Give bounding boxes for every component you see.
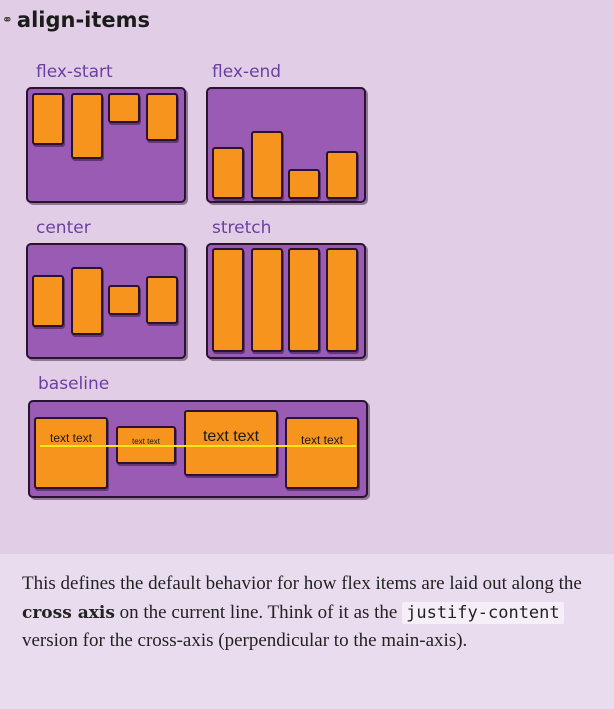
flex-item (326, 248, 358, 352)
flex-item (32, 275, 64, 327)
item-text: text text (49, 431, 93, 445)
description-panel: This defines the default behavior for ho… (0, 554, 614, 709)
flex-item (146, 276, 178, 324)
flex-item (146, 93, 178, 141)
label-center: center (36, 218, 91, 238)
flex-item (32, 93, 64, 145)
flex-item (71, 267, 103, 335)
baseline-line (40, 445, 356, 447)
flex-item: text text (34, 417, 108, 489)
bold-term: cross axis (22, 602, 115, 623)
label-baseline: baseline (38, 374, 110, 394)
link-icon[interactable]: ⚭ (2, 13, 13, 28)
section-heading: ⚭ align-items (2, 8, 150, 32)
demo-stretch (206, 243, 366, 359)
flex-item (108, 285, 140, 315)
flex-item (71, 93, 103, 159)
flex-item (212, 248, 244, 352)
flex-item (108, 93, 140, 123)
flex-item (326, 151, 358, 199)
demo-baseline: text text text text text text text text (28, 400, 368, 498)
text-part: This defines the default behavior for ho… (22, 573, 582, 594)
demo-flex-start (26, 87, 186, 203)
item-text: text text (202, 428, 260, 445)
text-part: on the current line. Think of it as the (114, 601, 403, 623)
flex-item (251, 131, 283, 199)
description-text: This defines the default behavior for ho… (22, 570, 612, 656)
text-part: version for the cross-axis (perpendicula… (22, 630, 468, 651)
label-flex-start: flex-start (36, 62, 113, 82)
code-term: justify-content (402, 601, 564, 624)
demo-flex-end (206, 87, 366, 203)
flex-item: text text (184, 410, 278, 476)
demo-center (26, 243, 186, 359)
flex-item (251, 248, 283, 352)
label-stretch: stretch (212, 218, 272, 238)
flex-item (212, 147, 244, 199)
label-flex-end: flex-end (212, 62, 282, 82)
section-title: align-items (16, 8, 151, 32)
flex-item: text text (285, 417, 359, 489)
flex-item (288, 248, 320, 352)
flex-item (288, 169, 320, 199)
